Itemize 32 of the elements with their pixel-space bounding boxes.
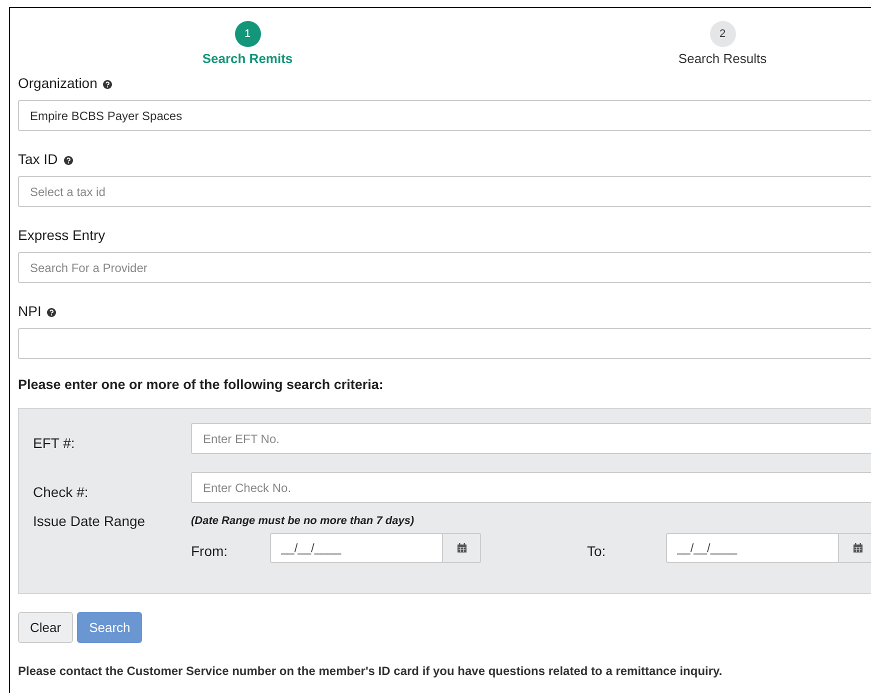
calendar-icon	[852, 543, 862, 553]
field-label: NPI	[18, 303, 42, 319]
step-number: 1	[234, 21, 260, 47]
input-field[interactable]	[18, 328, 871, 359]
step-label[interactable]: Search Results	[678, 51, 767, 66]
calendar-button[interactable]	[443, 533, 481, 563]
date-field[interactable]: __/__/____	[666, 533, 839, 563]
help-icon[interactable]	[64, 156, 73, 165]
date-label: From:	[191, 543, 229, 559]
field-label: Organization	[18, 75, 98, 91]
field-label: Tax ID	[18, 151, 58, 167]
clear-button[interactable]: Clear	[18, 612, 74, 643]
date-field[interactable]: __/__/____	[270, 533, 443, 563]
help-icon[interactable]	[103, 80, 112, 89]
input-field[interactable]: Select a tax id	[18, 176, 871, 207]
field-label: Check #:	[33, 484, 90, 500]
input-field[interactable]: Enter EFT No.	[191, 423, 871, 454]
help-icon[interactable]	[47, 308, 56, 317]
criteria-heading: Please enter one or more of the following search criteria:	[18, 377, 384, 392]
date-label: To:	[587, 543, 607, 559]
field-label: EFT #:	[33, 434, 76, 450]
step-number: 2	[710, 21, 736, 47]
input-field[interactable]: Search For a Provider	[18, 252, 871, 283]
step-label[interactable]: Search Remits	[202, 51, 293, 66]
field-label: Express Entry	[18, 227, 106, 243]
input-field[interactable]: Empire BCBS Payer Spaces	[18, 100, 871, 131]
date-range-note: (Date Range must be no more than 7 days)	[191, 515, 416, 527]
field-label: Issue Date Range	[33, 512, 146, 531]
footer-note: Please contact the Customer Service number on the member's ID card if you have questions related to a remittance inquiry.	[18, 664, 724, 678]
calendar-button[interactable]	[839, 533, 871, 563]
calendar-icon	[456, 543, 466, 553]
input-field[interactable]: Enter Check No.	[191, 472, 871, 503]
